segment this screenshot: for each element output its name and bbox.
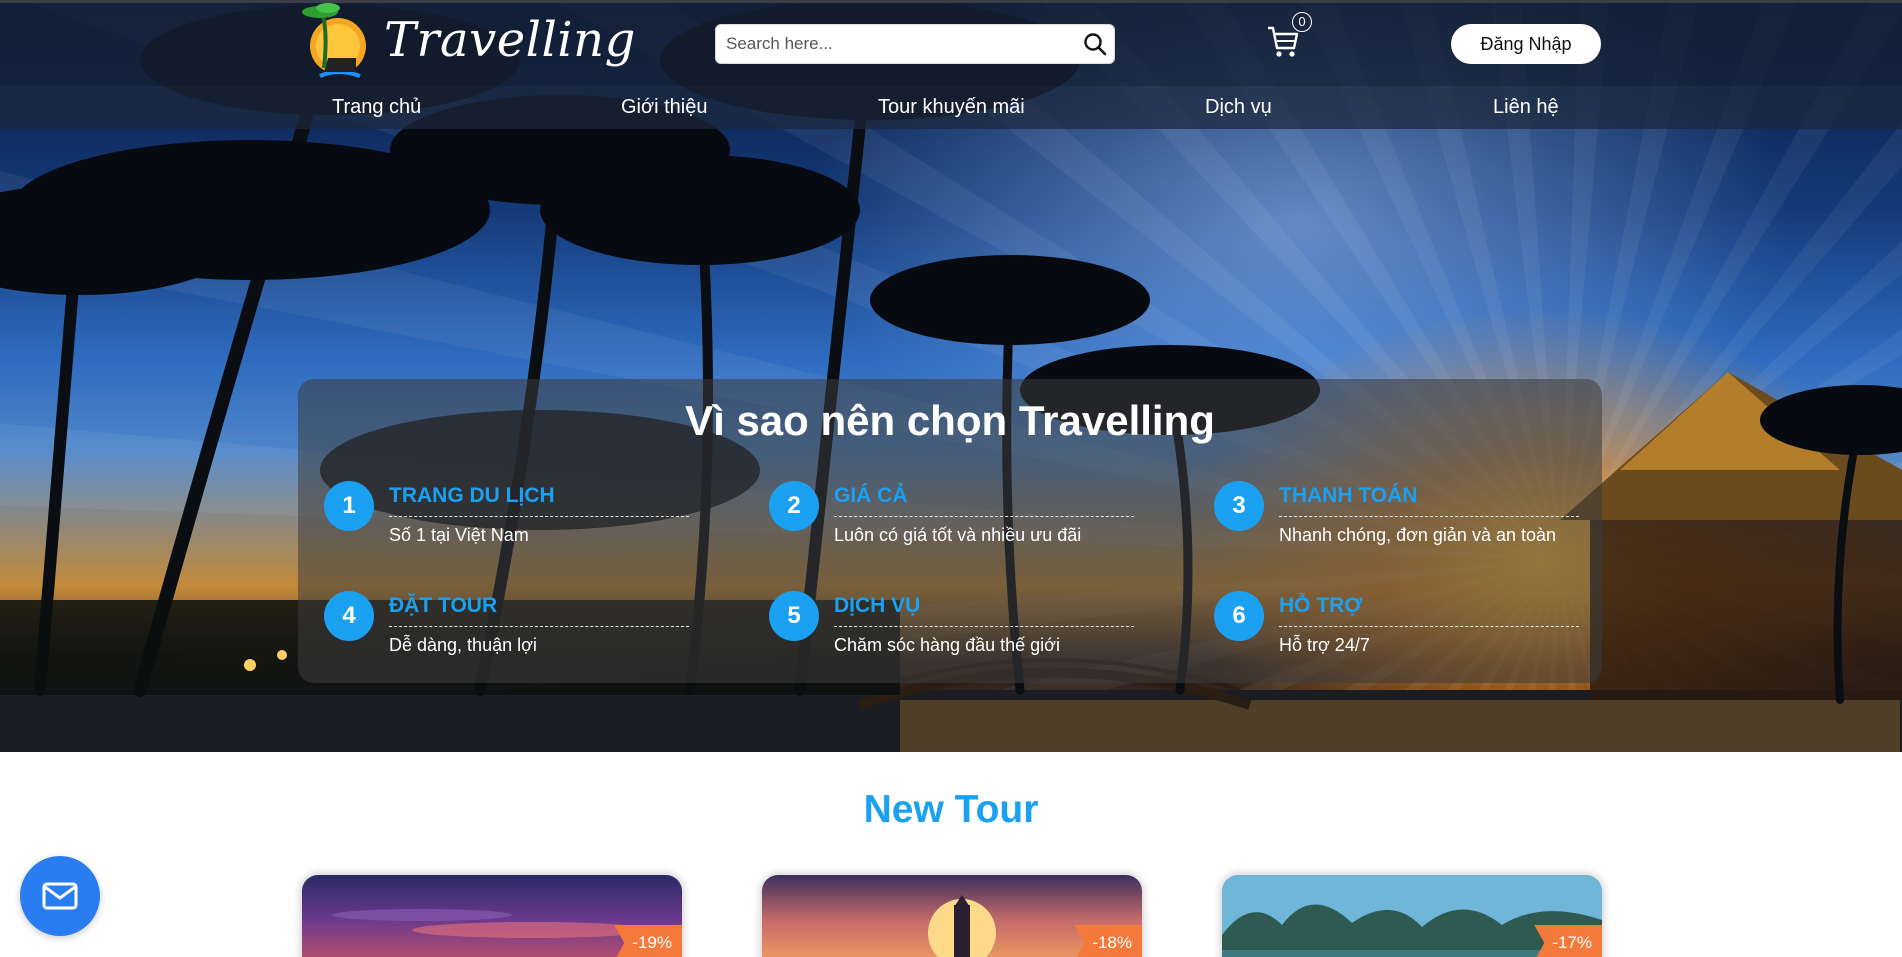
feature-item: 6 HỖ TRỢ Hỗ trợ 24/7 bbox=[1188, 591, 1579, 671]
tour-card[interactable]: -19% bbox=[302, 875, 682, 957]
feature-description: Nhanh chóng, đơn giản và an toàn bbox=[1279, 525, 1557, 545]
cart-button[interactable]: 0 bbox=[1266, 12, 1314, 60]
feature-number: 2 bbox=[769, 481, 819, 531]
logo-text: Travelling bbox=[384, 12, 636, 68]
tour-card[interactable]: -18% bbox=[762, 875, 1142, 957]
discount-badge: -17% bbox=[1534, 925, 1602, 957]
feature-number: 4 bbox=[324, 591, 374, 641]
feature-number: 5 bbox=[769, 591, 819, 641]
discount-badge: -19% bbox=[614, 925, 682, 957]
feature-title: DỊCH VỤ bbox=[834, 591, 1134, 627]
feature-title: THANH TOÁN bbox=[1279, 481, 1579, 517]
feature-number: 6 bbox=[1214, 591, 1264, 641]
nav-item-about[interactable]: Giới thiệu bbox=[621, 92, 707, 122]
feature-description: Hỗ trợ 24/7 bbox=[1279, 635, 1370, 655]
nav-item-services[interactable]: Dịch vụ bbox=[1205, 92, 1272, 122]
login-button[interactable]: Đăng Nhập bbox=[1451, 24, 1601, 64]
page: Travelling 0 Đăng Nhập Trang chủ Giới th… bbox=[0, 0, 1902, 957]
palm-sun-logo-icon bbox=[302, 3, 366, 78]
nav-item-home[interactable]: Trang chủ bbox=[332, 92, 421, 122]
feature-description: Chăm sóc hàng đầu thế giới bbox=[834, 635, 1060, 655]
feature-description: Luôn có giá tốt và nhiều ưu đãi bbox=[834, 525, 1082, 545]
cart-count-badge: 0 bbox=[1292, 12, 1312, 32]
feature-description: Số 1 tại Việt Nam bbox=[389, 525, 529, 545]
feature-item: 3 THANH TOÁN Nhanh chóng, đơn giản và an… bbox=[1188, 481, 1579, 561]
why-choose-panel: Vì sao nên chọn Travelling 1 TRANG DU LỊ… bbox=[298, 379, 1602, 683]
nav-item-contact[interactable]: Liên hệ bbox=[1493, 92, 1559, 122]
search-icon[interactable] bbox=[1082, 31, 1108, 57]
mail-icon bbox=[42, 882, 78, 910]
feature-item: 4 ĐẶT TOUR Dễ dàng, thuận lợi bbox=[298, 591, 689, 671]
nav-item-promo-tours[interactable]: Tour khuyến mãi bbox=[878, 92, 1025, 122]
feature-item: 5 DỊCH VỤ Chăm sóc hàng đầu thế giới bbox=[743, 591, 1134, 671]
mail-contact-button[interactable] bbox=[20, 856, 100, 936]
feature-title: TRANG DU LỊCH bbox=[389, 481, 689, 517]
why-choose-title: Vì sao nên chọn Travelling bbox=[685, 397, 1215, 444]
feature-title: HỖ TRỢ bbox=[1279, 591, 1579, 627]
search-input[interactable] bbox=[726, 29, 1066, 59]
feature-title: GIÁ CẢ bbox=[834, 481, 1134, 517]
feature-item: 1 TRANG DU LỊCH Số 1 tại Việt Nam bbox=[298, 481, 689, 561]
tour-card[interactable]: -17% bbox=[1222, 875, 1602, 957]
search-box bbox=[715, 24, 1115, 64]
feature-number: 1 bbox=[324, 481, 374, 531]
feature-description: Dễ dàng, thuận lợi bbox=[389, 635, 537, 655]
discount-badge: -18% bbox=[1074, 925, 1142, 957]
feature-title: ĐẶT TOUR bbox=[389, 591, 689, 627]
site-logo[interactable]: Travelling bbox=[298, 2, 635, 80]
new-tour-heading: New Tour bbox=[863, 788, 1039, 831]
feature-number: 3 bbox=[1214, 481, 1264, 531]
feature-item: 2 GIÁ CẢ Luôn có giá tốt và nhiều ưu đãi bbox=[743, 481, 1134, 561]
